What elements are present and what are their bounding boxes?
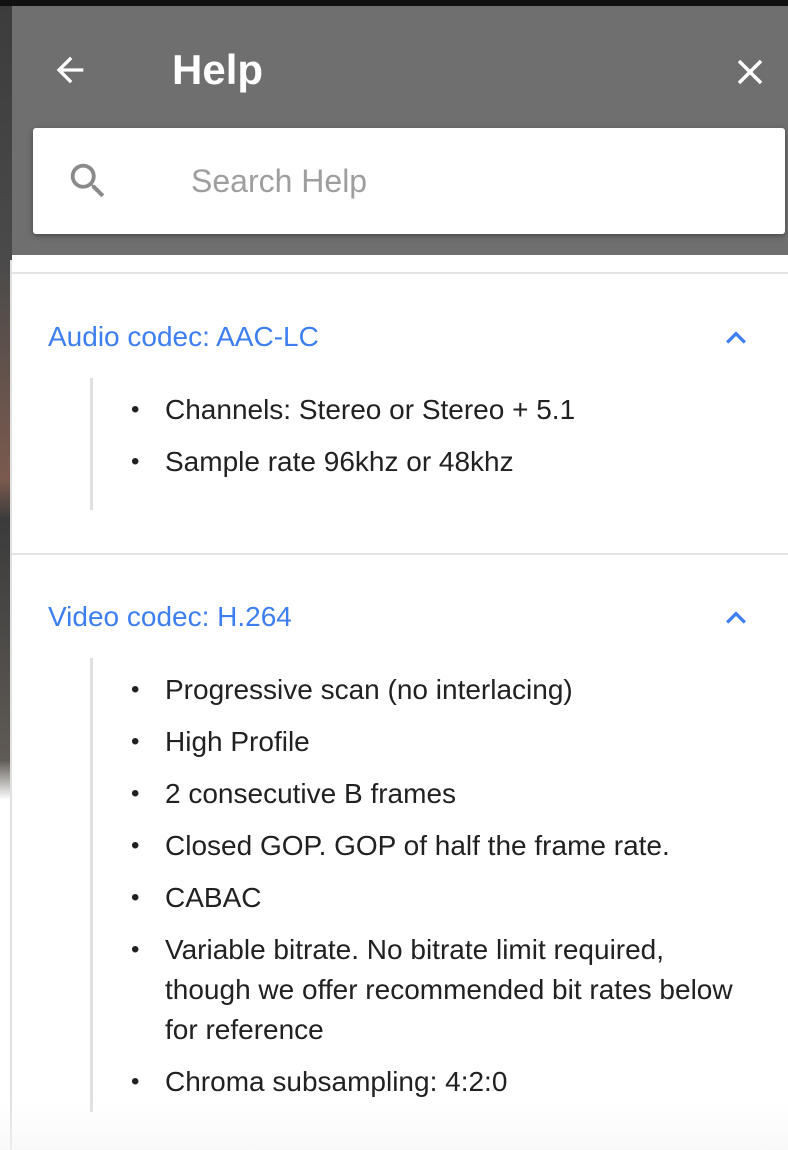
section-title-video-codec: Video codec: H.264	[48, 601, 292, 632]
list-item: Channels: Stereo or Stereo + 5.1	[93, 390, 753, 430]
chevron-up-icon[interactable]	[716, 318, 756, 358]
video-codec-list: Progressive scan (no interlacing) High P…	[93, 670, 753, 1102]
audio-codec-list: Channels: Stereo or Stereo + 5.1 Sample …	[93, 390, 753, 482]
list-item: Variable bitrate. No bitrate limit requi…	[93, 930, 753, 1050]
section-divider	[12, 272, 788, 274]
list-item: Closed GOP. GOP of half the frame rate.	[93, 826, 753, 866]
section-title-audio-codec: Audio codec: AAC-LC	[48, 321, 319, 352]
page-title: Help	[172, 46, 264, 93]
help-panel: Help Audio codec: AAC-LC Channels: Stere…	[0, 0, 788, 1150]
search-box[interactable]	[33, 128, 785, 234]
list-item: 2 consecutive B frames	[93, 774, 753, 814]
close-button[interactable]	[722, 44, 778, 100]
panel-left-border	[10, 260, 12, 1150]
list-item: Sample rate 96khz or 48khz	[93, 442, 753, 482]
section-body-video-codec: Progressive scan (no interlacing) High P…	[90, 658, 753, 1112]
list-item: CABAC	[93, 878, 753, 918]
back-button[interactable]	[44, 44, 96, 96]
chevron-up-icon[interactable]	[716, 598, 756, 638]
search-input[interactable]	[191, 152, 751, 210]
section-divider	[12, 553, 788, 555]
section-header-video-codec[interactable]: Video codec: H.264	[48, 592, 768, 642]
close-icon	[737, 59, 763, 85]
arrow-left-icon	[56, 56, 84, 84]
scroll-fade	[0, 1100, 788, 1150]
list-item: High Profile	[93, 722, 753, 762]
list-item: Progressive scan (no interlacing)	[93, 670, 753, 710]
section-body-audio-codec: Channels: Stereo or Stereo + 5.1 Sample …	[90, 378, 753, 510]
list-item: Chroma subsampling: 4:2:0	[93, 1062, 753, 1102]
search-icon	[70, 163, 105, 198]
window-top-edge	[0, 0, 788, 6]
section-header-audio-codec[interactable]: Audio codec: AAC-LC	[48, 312, 768, 362]
